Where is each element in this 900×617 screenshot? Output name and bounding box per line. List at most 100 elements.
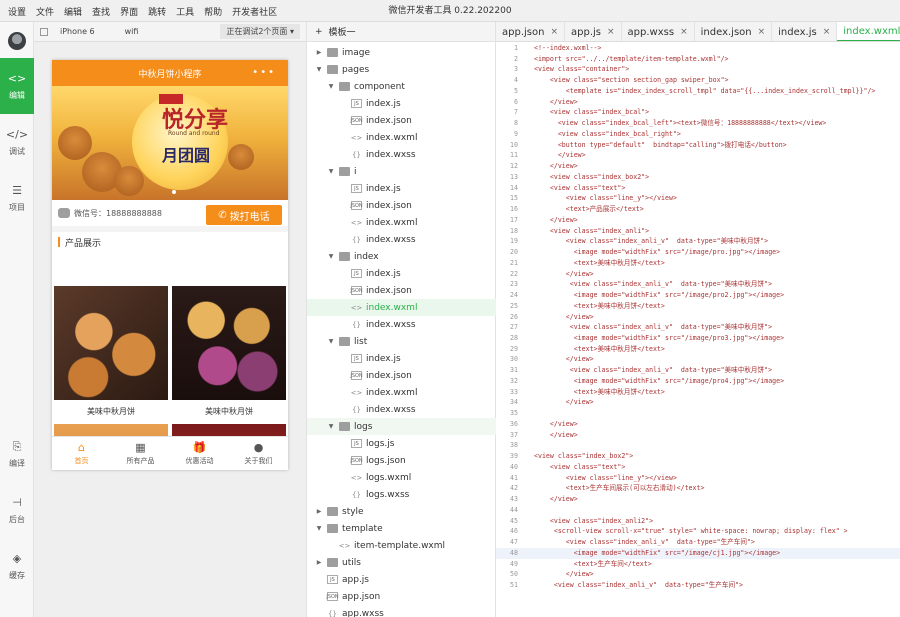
more-icon[interactable]: ••• (252, 67, 276, 78)
tree-item[interactable]: JSON index.json (307, 112, 497, 129)
tree-item[interactable]: ▼ component (307, 78, 497, 95)
editor-tab[interactable]: app.wxss × (622, 22, 695, 41)
activity-backend[interactable]: ⊣ 后台 (0, 482, 34, 538)
menu-item[interactable]: 编辑 (64, 5, 82, 18)
line-number: 28 (510, 333, 518, 342)
json-file-icon: JSON (350, 456, 363, 465)
tree-item[interactable]: <> index.wxml (307, 299, 497, 316)
menu-item[interactable]: 查找 (92, 5, 110, 18)
menu-item[interactable]: 工具 (176, 5, 194, 18)
chevron-down-icon[interactable]: ▼ (327, 338, 335, 345)
tree-item[interactable]: {} app.wxss (307, 605, 497, 617)
editor-tab[interactable]: app.json × (496, 22, 565, 41)
tree-item[interactable]: {} index.wxss (307, 401, 497, 418)
tree-item[interactable]: ▼ template (307, 520, 497, 537)
tab-home[interactable]: ⌂ 首页 (52, 437, 111, 470)
chevron-right-icon[interactable]: ▶ (315, 508, 323, 515)
tree-item[interactable]: <> logs.wxml (307, 469, 497, 486)
js-file-icon: JS (351, 184, 362, 193)
tab-grid[interactable]: ▦ 所有产品 (111, 437, 170, 470)
product-card[interactable]: 美味中秋月饼 (172, 286, 286, 424)
close-icon[interactable]: × (823, 27, 831, 37)
code-text: <view class="text"> (534, 183, 626, 192)
chevron-right-icon[interactable]: ▶ (315, 49, 323, 56)
carousel-dot[interactable] (172, 190, 176, 194)
tree-item[interactable]: {} index.wxss (307, 231, 497, 248)
chevron-right-icon[interactable]: ▶ (315, 559, 323, 566)
tree-item[interactable]: JS app.js (307, 571, 497, 588)
close-icon[interactable]: × (607, 27, 615, 37)
tree-item[interactable]: <> index.wxml (307, 214, 497, 231)
activity-debug[interactable]: </> 调试 (0, 114, 34, 170)
activity-layers[interactable]: ◈ 缓存 (0, 538, 34, 594)
tree-item[interactable]: ▼ index (307, 248, 497, 265)
mooncake-graphic (114, 166, 144, 196)
tree-item[interactable]: <> item-template.wxml (307, 537, 497, 554)
tree-item[interactable]: JSON index.json (307, 367, 497, 384)
tree-item[interactable]: ▼ list (307, 333, 497, 350)
tree-item[interactable]: ▼ logs (307, 418, 497, 435)
editor-tab[interactable]: app.js × (565, 22, 622, 41)
chevron-down-icon[interactable]: ▼ (315, 525, 323, 532)
menu-item[interactable]: 界面 (120, 5, 138, 18)
tree-item[interactable]: ▼ i (307, 163, 497, 180)
tree-item[interactable]: ▶ style (307, 503, 497, 520)
tree-item[interactable]: JS index.js (307, 350, 497, 367)
close-icon[interactable]: × (550, 27, 558, 37)
call-button[interactable]: ✆ 拨打电话 (206, 205, 282, 225)
chevron-down-icon[interactable]: ▼ (327, 168, 335, 175)
network-select[interactable]: wifi (125, 27, 139, 36)
tree-item[interactable]: <> index.wxml (307, 129, 497, 146)
menu-item[interactable]: 跳转 (148, 5, 166, 18)
banner-image[interactable]: 悦分享 Round and round 月团圆 (52, 86, 288, 200)
product-card[interactable]: 美味中秋月饼 (54, 286, 168, 424)
code-text: <view class="index_box2"> (534, 172, 650, 181)
avatar[interactable] (8, 32, 26, 50)
editor-tab[interactable]: index.js × (772, 22, 838, 41)
tree-item[interactable]: ▶ utils (307, 554, 497, 571)
code-line: 14 <view class="text"> (496, 183, 900, 194)
tree-item[interactable]: {} index.wxss (307, 146, 497, 163)
chevron-down-icon[interactable]: ▼ (327, 253, 335, 260)
menu-item[interactable]: 帮助 (204, 5, 222, 18)
activity-compile[interactable]: ⎘ 编译 (0, 426, 34, 482)
tree-item[interactable]: JSON index.json (307, 282, 497, 299)
tab-gift[interactable]: 🎁 优惠活动 (170, 437, 229, 470)
code-line: 26 </view> (496, 312, 900, 323)
code-line: 21 <text>美味中秋月饼</text> (496, 258, 900, 269)
tree-item[interactable]: JS index.js (307, 180, 497, 197)
tree-item[interactable]: JSON index.json (307, 197, 497, 214)
tree-item[interactable]: JS index.js (307, 265, 497, 282)
activity-code[interactable]: <> 编辑 (0, 58, 34, 114)
tree-item-label: logs.js (366, 438, 395, 449)
tree-item[interactable]: ▶ image (307, 44, 497, 61)
chevron-down-icon[interactable]: ▼ (315, 66, 323, 73)
tree-item[interactable]: JSON app.json (307, 588, 497, 605)
close-icon[interactable]: × (758, 27, 766, 37)
tree-item[interactable]: JS logs.js (307, 435, 497, 452)
simulator-checkbox[interactable] (40, 27, 48, 36)
menu-item[interactable]: 文件 (36, 5, 54, 18)
code-editor[interactable]: 1 <!--index.wxml--> 2 <import src="../../te… (496, 42, 900, 617)
close-icon[interactable]: × (680, 27, 688, 37)
tree-item[interactable]: JSON logs.json (307, 452, 497, 469)
chevron-down-icon[interactable]: ▼ (327, 83, 335, 90)
menu-item[interactable]: 设置 (8, 5, 26, 18)
debug-mode-select[interactable]: 正在调试2个页面 ▾ (220, 24, 300, 39)
tab-user[interactable]: ● 关于我们 (229, 437, 288, 470)
tree-item[interactable]: <> index.wxml (307, 384, 497, 401)
tree-item[interactable]: {} index.wxss (307, 316, 497, 333)
tree-item[interactable]: {} logs.wxss (307, 486, 497, 503)
line-number: 22 (510, 269, 518, 278)
activity-project[interactable]: ☰ 项目 (0, 170, 34, 226)
tree-item[interactable]: JS index.js (307, 95, 497, 112)
editor-tab[interactable]: index.json × (695, 22, 773, 41)
code-line: 43 </view> (496, 494, 900, 505)
menu-item[interactable]: 开发者社区 (232, 5, 277, 18)
editor-tab[interactable]: index.wxml× (837, 22, 900, 41)
tree-item[interactable]: ▼ pages (307, 61, 497, 78)
chevron-down-icon[interactable]: ▼ (327, 423, 335, 430)
tree-item-label: app.json (342, 591, 381, 602)
add-icon[interactable]: + (315, 27, 323, 37)
device-select[interactable]: iPhone 6 (60, 27, 95, 36)
